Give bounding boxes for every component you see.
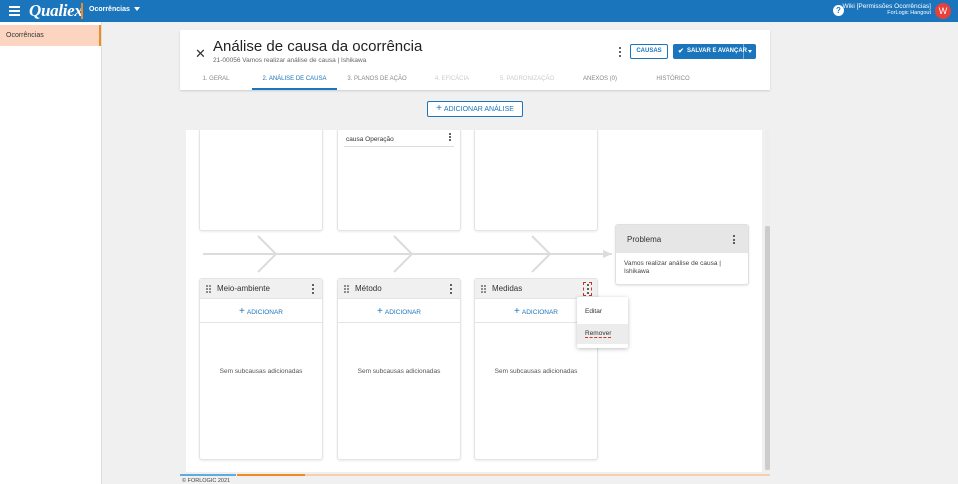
kebab-icon[interactable]	[731, 235, 736, 244]
menu-item-label: Editar	[585, 308, 602, 315]
add-subcause-label: ADICIONAR	[246, 309, 283, 316]
footer-accent-3	[305, 474, 770, 476]
drag-handle-icon[interactable]	[481, 285, 486, 293]
kebab-icon[interactable]	[310, 284, 315, 294]
category-name: Meio-ambiente	[217, 284, 270, 293]
add-subcause-label: ADICIONAR	[384, 309, 421, 316]
plus-icon: +	[239, 306, 245, 317]
category-header: Meio-ambiente	[200, 279, 322, 299]
spine-arrowhead	[603, 250, 612, 258]
category-name: Medidas	[492, 284, 523, 293]
plus-icon: +	[514, 306, 520, 317]
kebab-icon[interactable]	[583, 282, 592, 296]
category-card-metodo: Método + ADICIONAR Sem subcausas adiciona…	[337, 278, 461, 460]
empty-state: Sem subcausas adicionadas	[494, 368, 578, 375]
plus-icon: +	[377, 306, 383, 317]
empty-state: Sem subcausas adicionadas	[219, 368, 303, 375]
context-menu: Editar Remover	[577, 297, 628, 348]
category-header: Medidas	[475, 279, 597, 299]
menu-item-remover[interactable]: Remover	[577, 324, 628, 344]
drag-handle-icon[interactable]	[344, 285, 349, 293]
menu-item-label: Remover	[585, 330, 612, 338]
add-subcause-button[interactable]: + ADICIONAR	[200, 300, 322, 323]
menu-item-editar[interactable]: Editar	[577, 302, 628, 322]
footer-accent-2	[237, 474, 305, 476]
category-name: Método	[355, 284, 382, 293]
category-header: Método	[338, 279, 460, 299]
footer-copyright: © FORLOGIC 2021	[182, 478, 231, 484]
footer-accent-1	[180, 474, 236, 476]
category-card-meio-ambiente: Meio-ambiente + ADICIONAR Sem subcausas a…	[199, 278, 323, 460]
problem-title: Problema	[627, 235, 662, 244]
drag-handle-icon[interactable]	[206, 285, 211, 293]
empty-state: Sem subcausas adicionadas	[357, 368, 441, 375]
kebab-icon[interactable]	[448, 284, 453, 294]
add-subcause-label: ADICIONAR	[521, 309, 558, 316]
problem-description: Vamos realizar análise de causa | Ishika…	[624, 260, 721, 275]
add-subcause-button[interactable]: + ADICIONAR	[338, 300, 460, 323]
problem-card: Problema Vamos realizar análise de causa…	[615, 224, 749, 285]
problem-header: Problema	[616, 225, 748, 253]
